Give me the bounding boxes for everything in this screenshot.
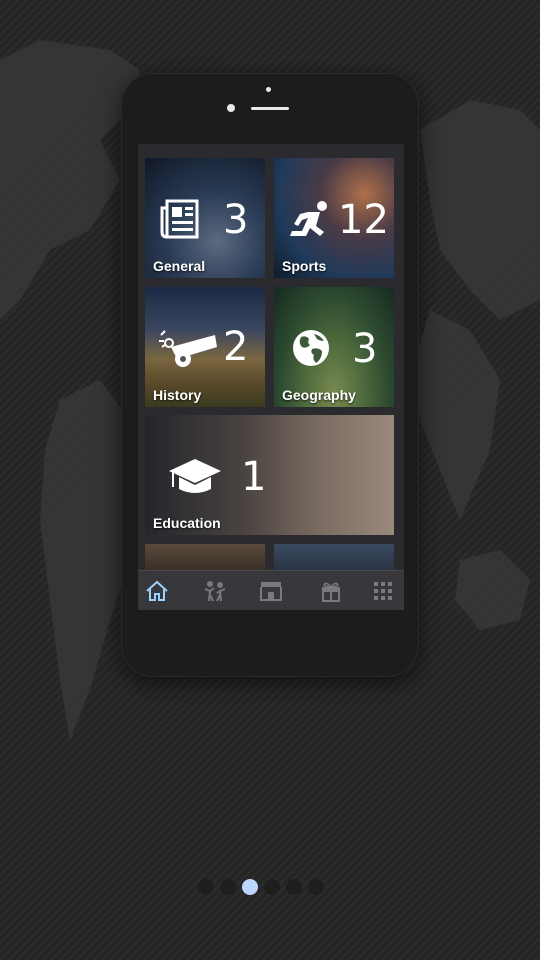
app-screen: 3 General 12 Sports 2 History 3 Geograph… [138, 144, 404, 610]
tile-general[interactable]: 3 General [145, 158, 265, 278]
page-dot-2[interactable] [220, 879, 236, 895]
tile-general-label: General [153, 258, 206, 274]
grid-icon[interactable] [370, 579, 396, 603]
phone-sensor [266, 87, 271, 92]
phone-speaker [251, 107, 289, 110]
tile-geography-label: Geography [282, 387, 356, 403]
page-dot-1[interactable] [198, 879, 214, 895]
page-indicator [198, 877, 348, 897]
tile-partial-right-background [274, 544, 394, 570]
tile-history-count: 2 [223, 324, 249, 370]
tile-partial-left[interactable] [145, 544, 265, 570]
store-icon[interactable] [258, 579, 284, 603]
page-dot-3-active[interactable] [242, 879, 258, 895]
newspaper-icon [160, 199, 199, 239]
page-dot-5[interactable] [286, 879, 302, 895]
tile-geography[interactable]: 3 Geography [274, 287, 394, 407]
tile-history[interactable]: 2 History [145, 287, 265, 407]
cannon-icon [159, 330, 217, 367]
tile-education[interactable]: 1 Education [145, 415, 394, 535]
tile-sports-count: 12 [338, 197, 389, 243]
tile-geography-count: 3 [352, 326, 378, 372]
tile-partial-left-background [145, 544, 265, 570]
tile-education-label: Education [153, 515, 221, 531]
globe-icon [293, 330, 329, 366]
home-icon[interactable] [144, 579, 170, 603]
gift-icon[interactable] [318, 579, 344, 603]
tile-history-label: History [153, 387, 202, 403]
page-dot-4[interactable] [264, 879, 280, 895]
tile-partial-right[interactable] [274, 544, 394, 570]
tile-sports[interactable]: 12 Sports [274, 158, 394, 278]
tile-education-count: 1 [241, 454, 267, 500]
phone-camera [227, 104, 235, 112]
bottom-tab-bar [138, 570, 404, 610]
graduation-cap-icon [169, 459, 221, 493]
tile-sports-label: Sports [282, 258, 327, 274]
people-icon[interactable] [202, 579, 228, 603]
phone-frame: 3 General 12 Sports 2 History 3 Geograph… [121, 73, 419, 677]
runner-icon [290, 201, 327, 236]
tile-general-count: 3 [223, 197, 249, 243]
page-dot-6[interactable] [308, 879, 324, 895]
